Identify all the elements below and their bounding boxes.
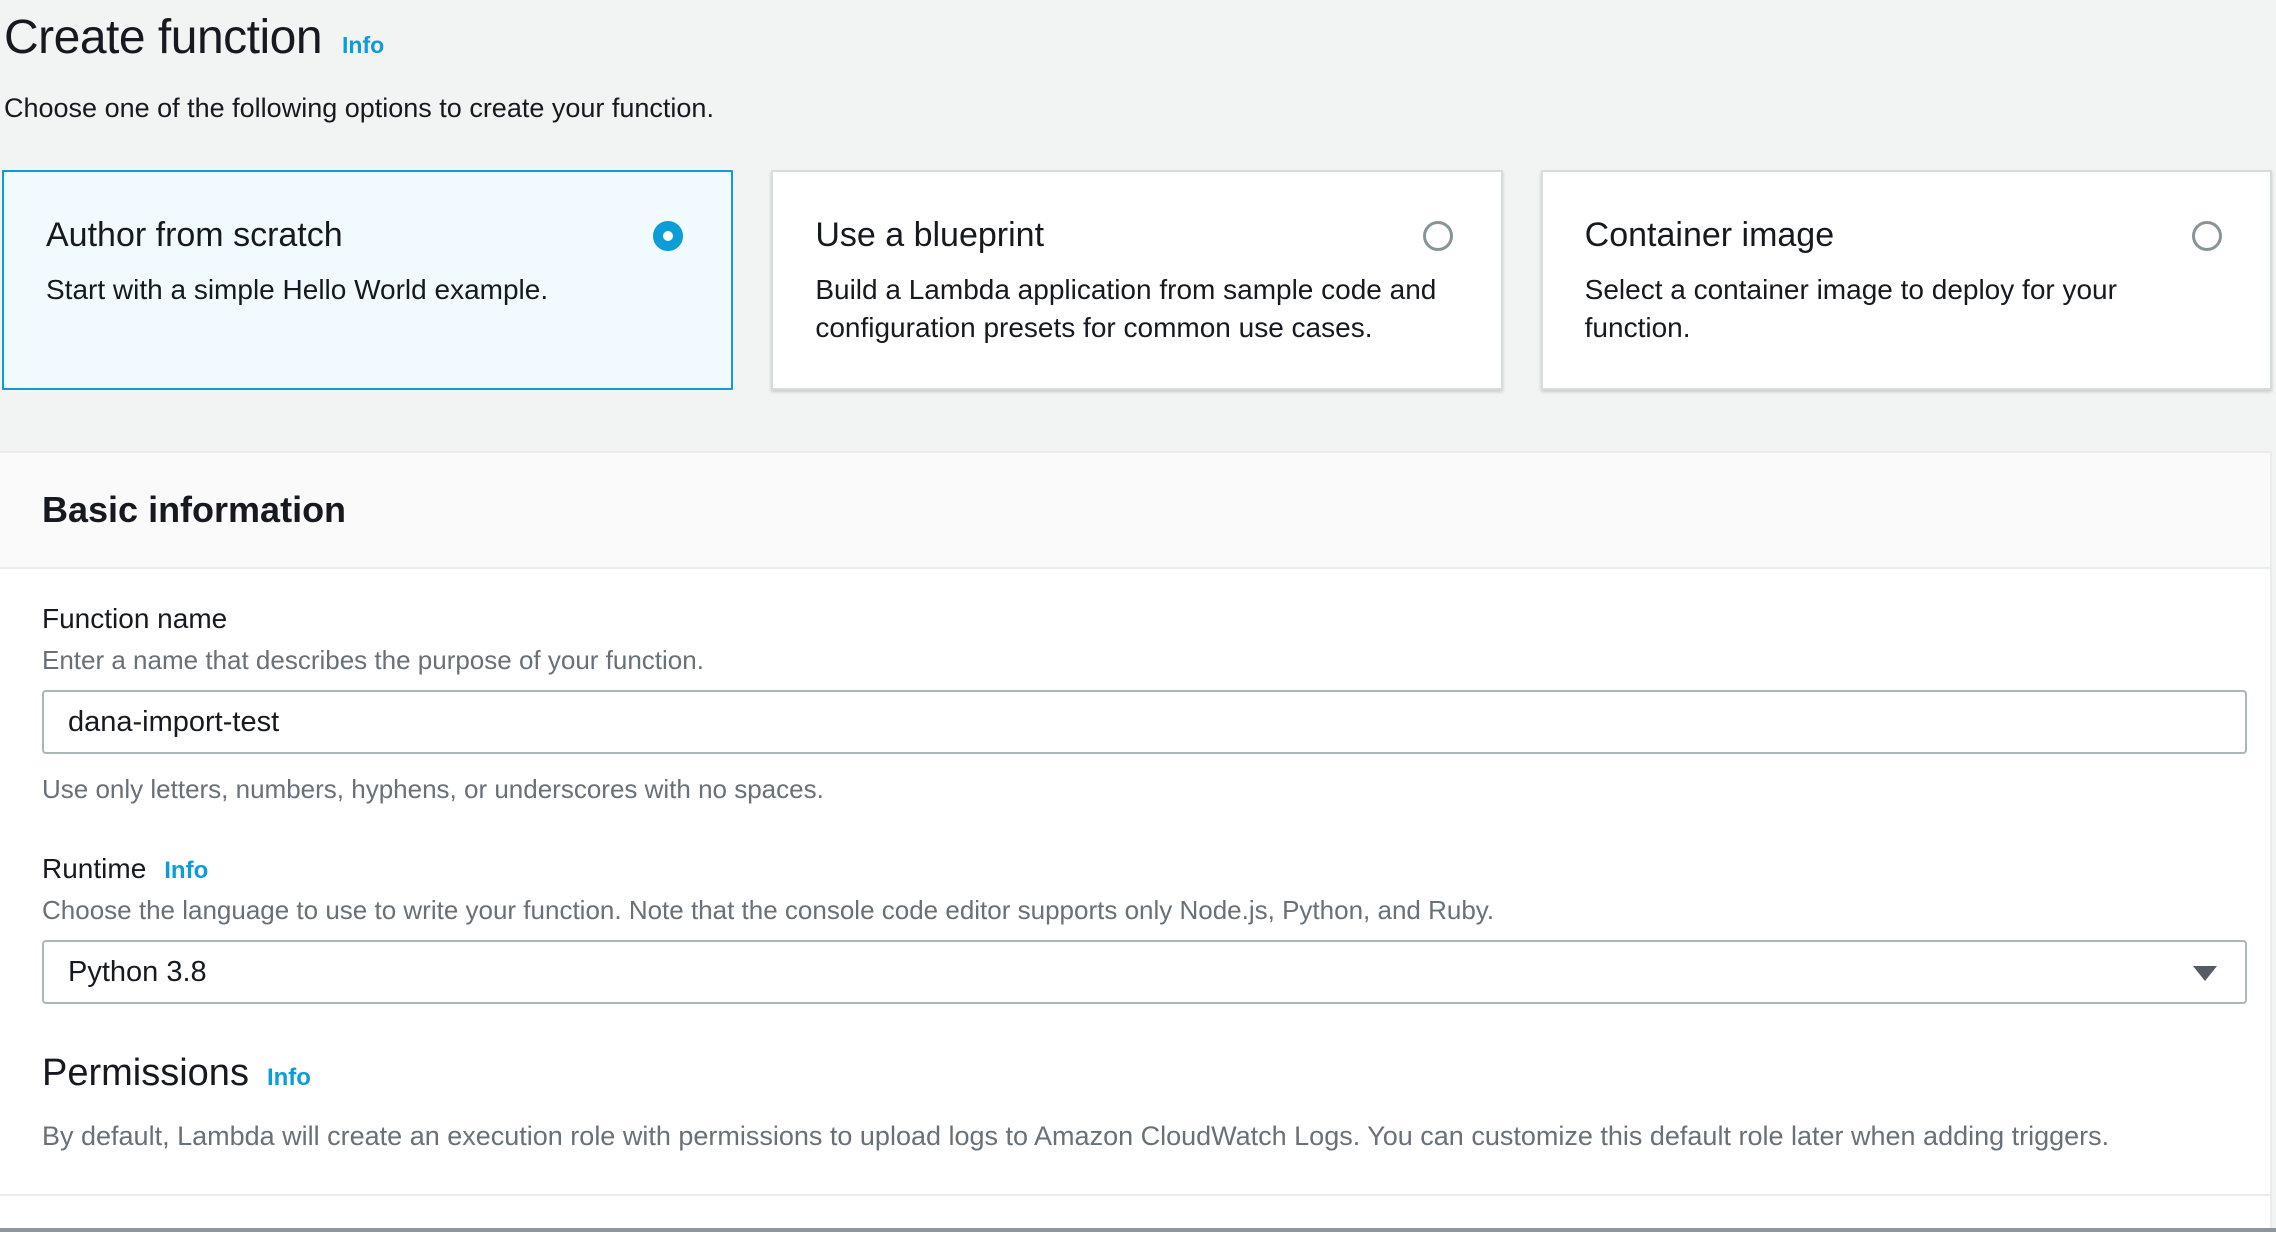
runtime-label: Runtime — [42, 853, 146, 885]
runtime-selected-value: Python 3.8 — [68, 956, 207, 989]
function-name-description: Enter a name that describes the purpose … — [42, 645, 2243, 676]
basic-information-title: Basic information — [42, 489, 346, 531]
radio-unselected-icon[interactable] — [2192, 221, 2222, 251]
option-card-title: Container image — [1585, 216, 1834, 255]
option-card-description: Start with a simple Hello World example. — [46, 271, 691, 309]
runtime-description: Choose the language to use to write your… — [42, 895, 2243, 926]
page-title-info-link[interactable]: Info — [342, 32, 384, 59]
radio-selected-icon[interactable] — [653, 221, 683, 251]
basic-information-panel: Basic information Function name Enter a … — [0, 451, 2272, 1238]
option-card-use-a-blueprint[interactable]: Use a blueprint Build a Lambda applicati… — [771, 170, 1502, 390]
creation-option-cards: Author from scratch Start with a simple … — [2, 170, 2272, 390]
radio-unselected-icon[interactable] — [1423, 221, 1453, 251]
option-card-description: Build a Lambda application from sample c… — [815, 271, 1460, 347]
basic-information-header: Basic information — [0, 451, 2270, 569]
permissions-section: Permissions Info By default, Lambda will… — [0, 1052, 2270, 1152]
page-title: Create function — [4, 10, 322, 65]
option-card-container-image[interactable]: Container image Select a container image… — [1541, 170, 2272, 390]
caret-down-icon — [2193, 966, 2217, 981]
create-function-page: Create function Info Choose one of the f… — [0, 0, 2276, 1238]
bottom-strip — [0, 1232, 2276, 1238]
runtime-select[interactable]: Python 3.8 — [42, 940, 2247, 1004]
function-name-field-block: Function name Enter a name that describe… — [0, 603, 2270, 805]
function-name-input[interactable] — [42, 690, 2247, 754]
option-card-title: Author from scratch — [46, 216, 343, 255]
runtime-info-link[interactable]: Info — [164, 857, 208, 885]
option-card-author-from-scratch[interactable]: Author from scratch Start with a simple … — [2, 170, 733, 390]
page-subtitle: Choose one of the following options to c… — [4, 93, 2276, 124]
bottom-rule — [0, 1228, 2276, 1232]
function-name-label: Function name — [42, 603, 227, 635]
page-header: Create function Info Choose one of the f… — [0, 0, 2276, 124]
option-card-title: Use a blueprint — [815, 216, 1044, 255]
permissions-description: By default, Lambda will create an execut… — [42, 1121, 2270, 1152]
function-name-constraint: Use only letters, numbers, hyphens, or u… — [42, 774, 2243, 805]
permissions-info-link[interactable]: Info — [267, 1064, 311, 1092]
runtime-field-block: Runtime Info Choose the language to use … — [0, 853, 2270, 1004]
permissions-title: Permissions — [42, 1052, 249, 1095]
option-card-description: Select a container image to deploy for y… — [1585, 271, 2230, 347]
